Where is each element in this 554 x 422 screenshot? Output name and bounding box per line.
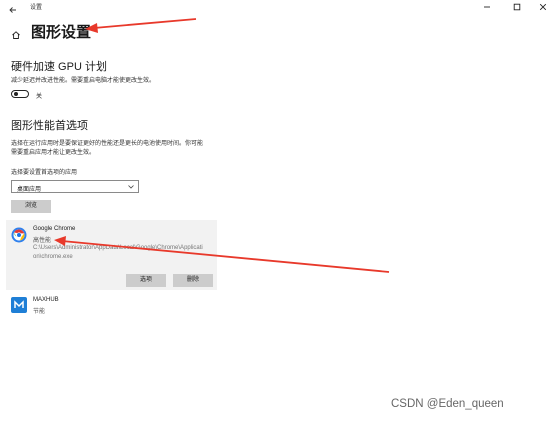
chevron-down-icon	[128, 185, 134, 189]
minimize-icon	[484, 6, 490, 8]
graphics-preference-heading: 图形性能首选项	[11, 120, 88, 132]
graphics-preference-description: 选择在运行应用时是要保证更好的性能还是更长的电池使用时间。你可能 需要重启应用才…	[11, 140, 241, 157]
dropdown-selected-value: 桌面应用	[17, 186, 42, 193]
gpu-scheduling-toggle[interactable]	[11, 90, 29, 98]
maximize-icon	[513, 3, 521, 11]
watermark: CSDN @Eden_queen	[391, 398, 504, 410]
remove-button[interactable]: 删除	[173, 274, 213, 287]
app-name: Google Chrome	[33, 226, 76, 232]
minimize-button[interactable]	[476, 0, 498, 14]
home-icon[interactable]	[11, 27, 21, 39]
app-path: C:\Users\Administrator\AppData\Local\Goo…	[33, 245, 203, 260]
maxhub-icon[interactable]	[11, 297, 27, 313]
app-type-dropdown[interactable]: 桌面应用	[11, 180, 139, 193]
close-button[interactable]	[532, 0, 554, 14]
annotation-arrow	[93, 18, 197, 29]
app-preference: 节能	[33, 309, 46, 315]
app-name: MAXHUB	[33, 297, 59, 303]
chrome-icon	[11, 227, 27, 243]
gpu-scheduling-heading: 硬件加速 GPU 计划	[11, 61, 107, 73]
page-title: 图形设置	[31, 24, 92, 41]
toggle-state-label: 关	[36, 94, 43, 100]
browse-button[interactable]: 浏览	[11, 200, 51, 213]
app-preference: 高性能	[33, 238, 52, 244]
window-title: 设置	[30, 5, 43, 11]
options-button[interactable]: 选项	[126, 274, 166, 287]
gpu-scheduling-description: 减少延迟并改进性能。需要重启电脑才能使更改生效。	[11, 78, 156, 84]
window-titlebar: 设置	[0, 0, 554, 14]
back-arrow-icon[interactable]	[8, 2, 18, 13]
toggle-knob	[14, 92, 18, 97]
close-icon	[539, 3, 547, 11]
description-line: 需要重启应用才能让更改生效。	[11, 149, 96, 156]
app-type-select-label: 选择要设置首选项的应用	[11, 170, 78, 176]
description-line: 选择在运行应用时是要保证更好的性能还是更长的电池使用时间。你可能	[11, 141, 204, 147]
maximize-button[interactable]	[506, 0, 528, 14]
